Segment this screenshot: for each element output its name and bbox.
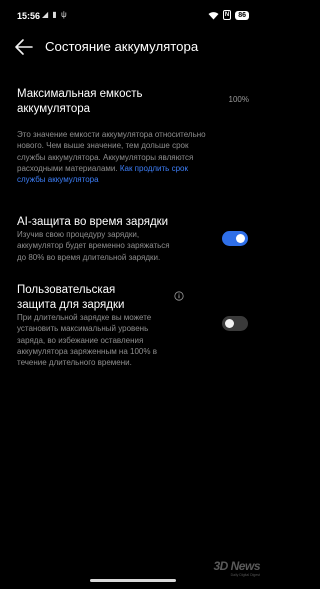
toggle-knob bbox=[236, 234, 245, 243]
extend-battery-life-link-cont[interactable]: службы аккумулятора bbox=[17, 175, 99, 184]
custom-protection-toggle[interactable] bbox=[222, 316, 248, 331]
custom-protection-description: При длительной зарядке вы можете установ… bbox=[17, 313, 157, 368]
wifi-icon bbox=[208, 11, 219, 19]
page-title: Состояние аккумулятора bbox=[45, 39, 199, 54]
watermark-subtitle: Daily Digital Digest bbox=[230, 573, 260, 577]
usb-icon: ψ bbox=[61, 10, 68, 19]
status-right-icons: N 86 bbox=[208, 10, 249, 20]
capacity-value: 100% bbox=[228, 95, 249, 104]
telegram-icon: ◢ bbox=[42, 10, 50, 19]
back-arrow-icon[interactable] bbox=[14, 38, 34, 56]
ai-protection-description: Изучив свою процедуру зарядки, аккумулят… bbox=[17, 230, 170, 262]
capacity-label: Максимальная емкость аккумулятора bbox=[17, 88, 143, 115]
watermark: 3D News Daily Digital Digest bbox=[213, 559, 260, 577]
info-icon[interactable] bbox=[174, 291, 184, 301]
ai-protection-label: AI-защита во время зарядки bbox=[17, 216, 169, 228]
extend-battery-life-link[interactable]: Как продлить срок bbox=[120, 164, 188, 173]
ai-protection-toggle[interactable] bbox=[222, 231, 248, 246]
status-time: 15:56 bbox=[17, 11, 41, 21]
status-bar: 15:56 ◢ ▮ ψ N 86 bbox=[0, 0, 265, 34]
toggle-knob bbox=[225, 319, 234, 328]
header: Состояние аккумулятора bbox=[0, 36, 265, 58]
status-left-icons: ◢ ▮ ψ bbox=[42, 10, 68, 19]
custom-protection-label: Пользовательская защита для зарядки bbox=[17, 284, 125, 311]
capacity-description: Это значение емкости аккумулятора относи… bbox=[17, 130, 206, 185]
home-indicator[interactable] bbox=[90, 579, 176, 582]
sim-icon: ▮ bbox=[52, 10, 58, 19]
watermark-logo: 3D News bbox=[213, 559, 260, 573]
battery-icon: 86 bbox=[235, 10, 249, 20]
nfc-icon: N bbox=[222, 10, 232, 20]
